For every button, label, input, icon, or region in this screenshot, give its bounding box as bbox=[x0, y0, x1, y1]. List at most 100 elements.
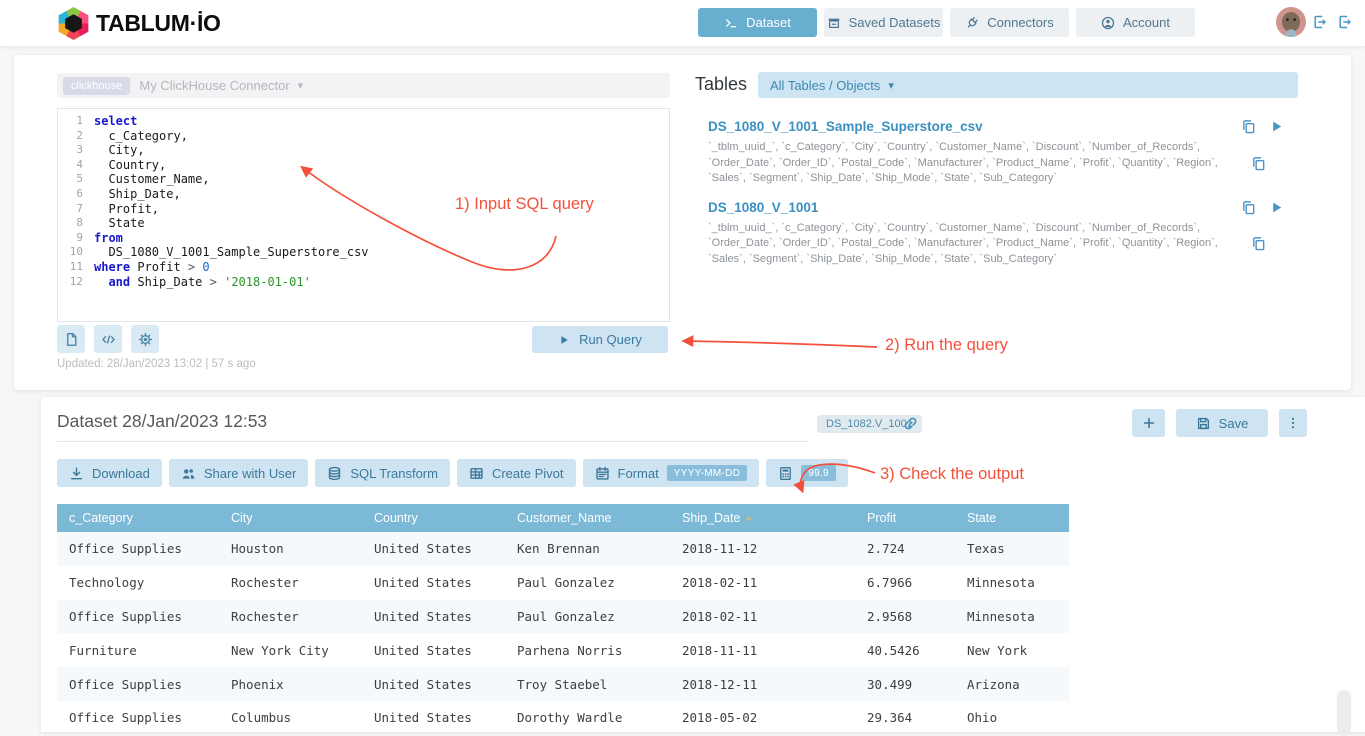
line-number: 12 bbox=[58, 275, 94, 290]
table-cell: 40.5426 bbox=[855, 633, 955, 667]
table-header-row: c_Category CityCountryCustomer_NameShip_D… bbox=[57, 504, 1069, 532]
exit-session-icon[interactable] bbox=[1337, 14, 1353, 30]
table-cell: Rochester bbox=[219, 566, 362, 600]
copy-icon[interactable] bbox=[1241, 200, 1256, 215]
table-cell: Arizona bbox=[955, 667, 1069, 701]
table-cell: Ohio bbox=[955, 701, 1069, 732]
run-table-play-icon[interactable] bbox=[1269, 119, 1284, 134]
column-header-state[interactable]: State bbox=[955, 504, 1069, 532]
sql-transform-button[interactable]: SQL Transform bbox=[315, 459, 450, 487]
table-name-link[interactable]: DS_1080_V_1001 bbox=[708, 200, 1241, 215]
sql-code-text: select bbox=[94, 114, 137, 129]
table-entry-header: DS_1080_V_1001_Sample_Superstore_csv bbox=[708, 119, 1284, 134]
table-cell: United States bbox=[362, 701, 505, 732]
app-logo[interactable]: TABLUM·İO bbox=[57, 7, 221, 40]
add-button[interactable] bbox=[1132, 409, 1165, 437]
nav-account-button[interactable]: Account bbox=[1076, 8, 1195, 37]
nav-connectors-button[interactable]: Connectors bbox=[950, 8, 1069, 37]
new-query-button[interactable] bbox=[57, 325, 85, 353]
settings-gear-button[interactable] bbox=[131, 325, 159, 353]
table-cell: United States bbox=[362, 532, 505, 566]
precision-button[interactable]: 99.9 bbox=[766, 459, 848, 487]
link-icon[interactable] bbox=[902, 415, 919, 432]
run-table-play-icon[interactable] bbox=[1269, 200, 1284, 215]
last-updated-text: Updated: 28/Jan/2023 13:02 | 57 s ago bbox=[57, 358, 256, 370]
code-view-button[interactable] bbox=[94, 325, 122, 353]
nav-label: Dataset bbox=[746, 15, 791, 30]
nav-dataset-button[interactable]: Dataset bbox=[698, 8, 817, 37]
column-header-city[interactable]: City bbox=[219, 504, 362, 532]
person-icon bbox=[1101, 16, 1115, 30]
connector-type-badge: clickhouse bbox=[63, 77, 130, 95]
sql-line: 4 Country, bbox=[58, 158, 669, 173]
download-icon bbox=[69, 466, 84, 481]
dataset-title[interactable]: Dataset 28/Jan/2023 12:53 bbox=[57, 411, 267, 432]
logout-icon[interactable] bbox=[1312, 14, 1328, 30]
play-icon bbox=[558, 334, 570, 346]
column-header-ship_date[interactable]: Ship_Date• bbox=[670, 504, 855, 532]
users-icon bbox=[181, 466, 196, 481]
sql-code-text: c_Category, bbox=[94, 129, 188, 144]
table-cell: Rochester bbox=[219, 600, 362, 634]
column-header-country[interactable]: Country bbox=[362, 504, 505, 532]
table-columns-text: `_tblm_uuid_`, `c_Category`, `City`, `Co… bbox=[708, 140, 1241, 187]
sql-line: 6 Ship_Date, bbox=[58, 187, 669, 202]
sql-code-text: where Profit > 0 bbox=[94, 260, 210, 275]
column-header-label: c_Category bbox=[69, 511, 133, 525]
tables-filter-dropdown[interactable]: All Tables / Objects ▾ bbox=[758, 72, 1298, 98]
table-cell: Office Supplies bbox=[57, 532, 219, 566]
toolbar-value-badge: 99.9 bbox=[801, 465, 836, 481]
nav-label: Saved Datasets bbox=[849, 15, 941, 30]
dataset-toolbar: DownloadShare with UserSQL TransformCrea… bbox=[57, 459, 848, 487]
sql-line: 10 DS_1080_V_1001_Sample_Superstore_csv bbox=[58, 245, 669, 260]
format-button[interactable]: Format YYYY-MM-DD bbox=[583, 459, 760, 487]
table-cell: Office Supplies bbox=[57, 701, 219, 732]
line-number: 9 bbox=[58, 231, 94, 246]
create-pivot-button[interactable]: Create Pivot bbox=[457, 459, 576, 487]
table-entry: DS_1080_V_1001_Sample_Superstore_csv `_tb… bbox=[708, 119, 1284, 187]
column-header-profit[interactable]: Profit bbox=[855, 504, 955, 532]
table-cell: Furniture bbox=[57, 633, 219, 667]
save-button[interactable]: Save bbox=[1176, 409, 1268, 437]
tables-list: DS_1080_V_1001_Sample_Superstore_csv `_tb… bbox=[708, 119, 1284, 280]
vertical-scrollbar-thumb[interactable] bbox=[1337, 690, 1351, 736]
copy-columns-icon[interactable] bbox=[1251, 156, 1266, 171]
sql-code-text: from bbox=[94, 231, 123, 246]
column-header-c_category[interactable]: c_Category bbox=[57, 504, 219, 532]
table-cell: Minnesota bbox=[955, 566, 1069, 600]
title-underline bbox=[57, 441, 808, 442]
share-with-user-button[interactable]: Share with User bbox=[169, 459, 308, 487]
result-table: c_Category CityCountryCustomer_NameShip_D… bbox=[57, 504, 1069, 732]
table-row: Office SuppliesRochesterUnited StatesPau… bbox=[57, 600, 1069, 634]
table-cell: 2018-02-11 bbox=[670, 566, 855, 600]
toolbar-label: Format bbox=[618, 466, 659, 481]
sql-editor[interactable]: 1select2 c_Category,3 City,4 Country,5 C… bbox=[57, 108, 670, 322]
copy-columns-icon[interactable] bbox=[1251, 236, 1266, 251]
sql-line: 9from bbox=[58, 231, 669, 246]
more-options-button[interactable] bbox=[1279, 409, 1307, 437]
sql-line: 8 State bbox=[58, 216, 669, 231]
table-cell: 2018-02-11 bbox=[670, 600, 855, 634]
sql-line: 11where Profit > 0 bbox=[58, 260, 669, 275]
user-avatar[interactable] bbox=[1276, 7, 1306, 37]
run-query-button[interactable]: Run Query bbox=[532, 326, 668, 353]
nav-label: Account bbox=[1123, 15, 1170, 30]
editor-actions bbox=[57, 325, 159, 353]
connector-select[interactable]: clickhouse My ClickHouse Connector ▾ bbox=[57, 73, 670, 98]
copy-icon[interactable] bbox=[1241, 119, 1256, 134]
download-button[interactable]: Download bbox=[57, 459, 162, 487]
table-cell: Phoenix bbox=[219, 667, 362, 701]
sql-code-text: Country, bbox=[94, 158, 166, 173]
archive-icon bbox=[827, 16, 841, 30]
table-cell: Office Supplies bbox=[57, 600, 219, 634]
table-name-link[interactable]: DS_1080_V_1001_Sample_Superstore_csv bbox=[708, 119, 1241, 134]
sql-code-text: Ship_Date, bbox=[94, 187, 181, 202]
table-cell: 6.7966 bbox=[855, 566, 955, 600]
line-number: 4 bbox=[58, 158, 94, 173]
table-cell: Dorothy Wardle bbox=[505, 701, 670, 732]
nav-saved-datasets-button[interactable]: Saved Datasets bbox=[824, 8, 943, 37]
toolbar-value-badge: YYYY-MM-DD bbox=[667, 465, 748, 481]
column-header-customer_name[interactable]: Customer_Name bbox=[505, 504, 670, 532]
sql-line: 1select bbox=[58, 114, 669, 129]
table-row: Office SuppliesPhoenixUnited StatesTroy … bbox=[57, 667, 1069, 701]
